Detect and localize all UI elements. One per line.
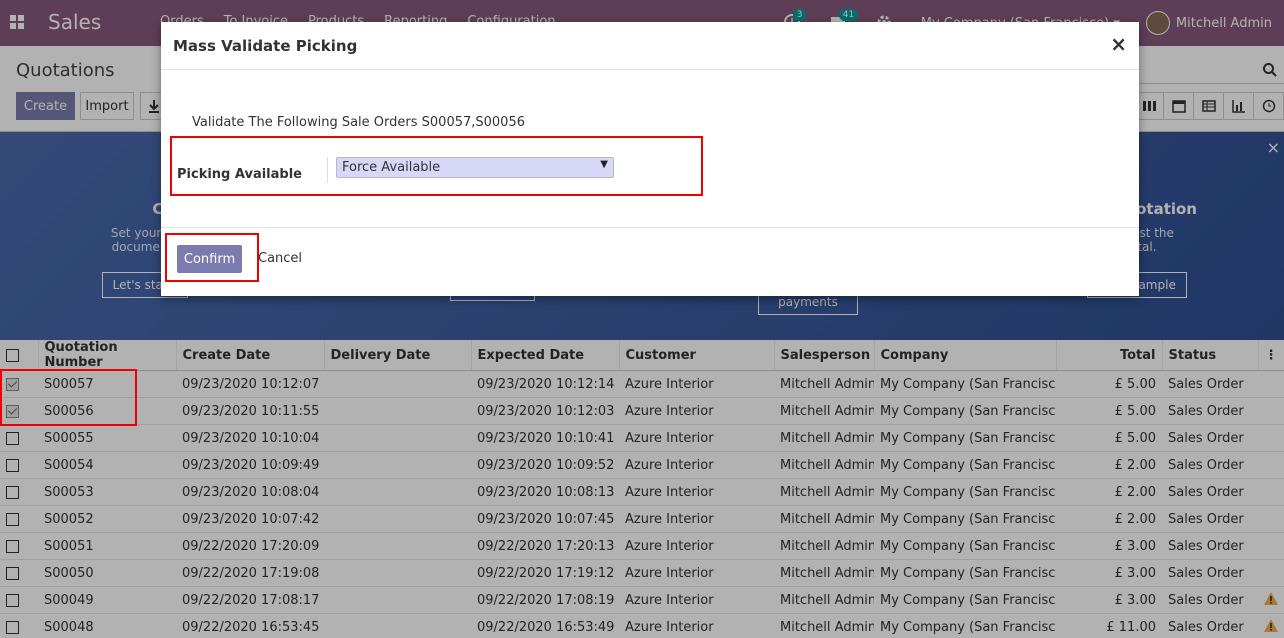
select-value: Force Available [342, 160, 441, 175]
dropdown-arrow-icon: ▼ [600, 159, 608, 170]
cancel-button[interactable]: Cancel [258, 251, 302, 266]
field-separator [327, 157, 328, 183]
dialog-footer: Confirm Cancel [161, 227, 1139, 296]
mass-validate-dialog: Mass Validate Picking × Validate The Fol… [161, 22, 1139, 296]
confirm-button[interactable]: Confirm [177, 245, 242, 273]
close-icon[interactable]: × [1110, 32, 1127, 56]
picking-available-label: Picking Available [177, 167, 302, 182]
picking-available-field: Picking Available Force Available ▼ [177, 157, 703, 195]
picking-available-select[interactable]: Force Available ▼ [336, 157, 614, 178]
dialog-header: Mass Validate Picking × [161, 22, 1139, 70]
dialog-description: Validate The Following Sale Orders S0005… [192, 115, 525, 130]
dialog-title: Mass Validate Picking [173, 37, 358, 55]
